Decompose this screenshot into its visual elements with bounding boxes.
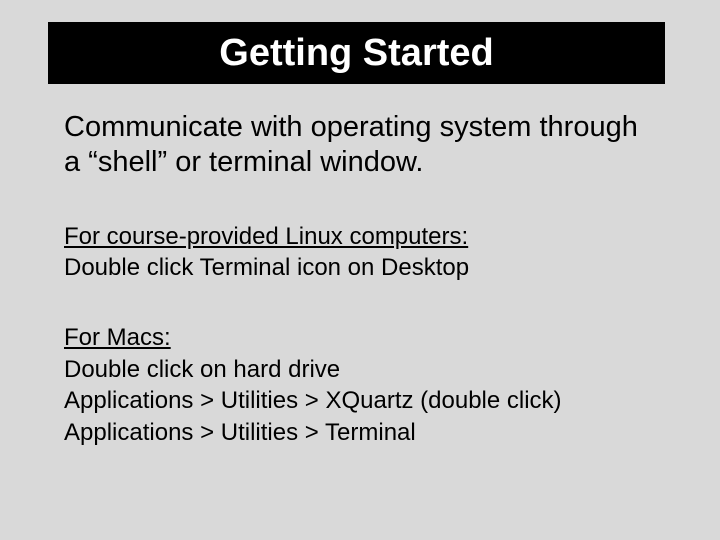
- lead-text: Communicate with operating system throug…: [64, 110, 650, 181]
- mac-line-2: Applications > Utilities > XQuartz (doub…: [64, 385, 650, 417]
- slide-title: Getting Started: [219, 32, 493, 75]
- linux-line-1: Double click Terminal icon on Desktop: [64, 252, 650, 284]
- linux-heading: For course-provided Linux computers:: [64, 221, 650, 253]
- linux-section: For course-provided Linux computers: Dou…: [64, 221, 650, 284]
- mac-heading: For Macs:: [64, 322, 650, 354]
- mac-line-1: Double click on hard drive: [64, 354, 650, 386]
- mac-section: For Macs: Double click on hard drive App…: [64, 322, 650, 449]
- title-bar: Getting Started: [48, 22, 665, 84]
- slide: Getting Started Communicate with operati…: [0, 0, 720, 540]
- mac-line-3: Applications > Utilities > Terminal: [64, 417, 650, 449]
- slide-body: Communicate with operating system throug…: [64, 110, 650, 487]
